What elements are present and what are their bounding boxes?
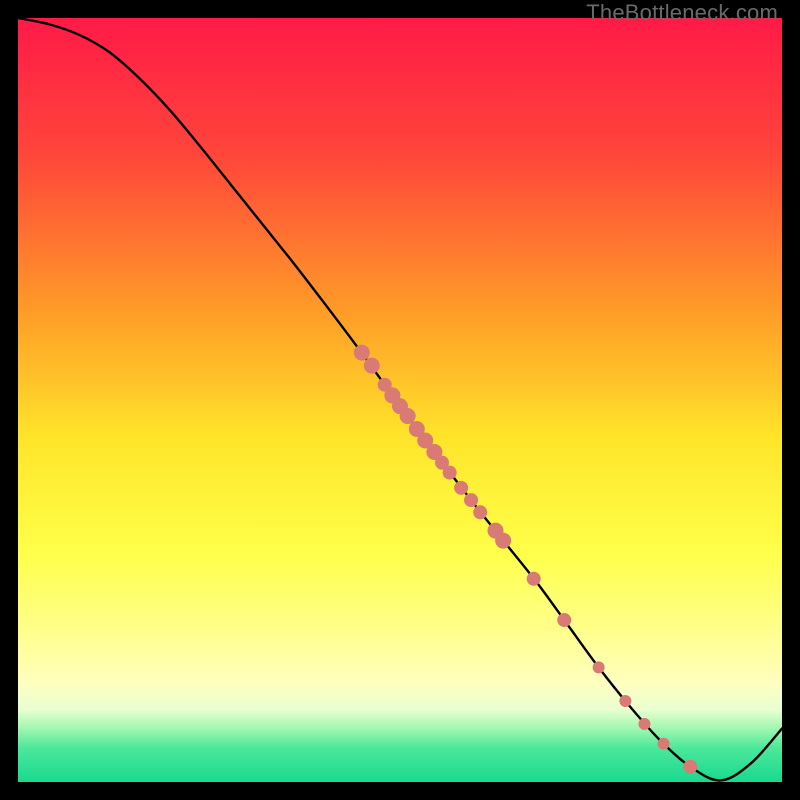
watermark-label: TheBottleneck.com <box>586 0 778 26</box>
data-marker <box>527 572 541 586</box>
data-marker <box>557 613 571 627</box>
data-marker <box>683 760 697 774</box>
chart-svg <box>18 18 782 782</box>
data-marker <box>464 493 478 507</box>
data-marker <box>658 738 670 750</box>
plot-area <box>18 18 782 782</box>
chart-frame: TheBottleneck.com <box>0 0 800 800</box>
data-marker <box>400 408 416 424</box>
data-marker <box>354 345 370 361</box>
data-marker <box>638 718 650 730</box>
data-marker <box>443 466 457 480</box>
data-marker <box>593 661 605 673</box>
data-marker <box>364 358 380 374</box>
data-marker <box>619 695 631 707</box>
data-marker <box>473 505 487 519</box>
data-marker <box>495 533 511 549</box>
data-marker <box>454 481 468 495</box>
